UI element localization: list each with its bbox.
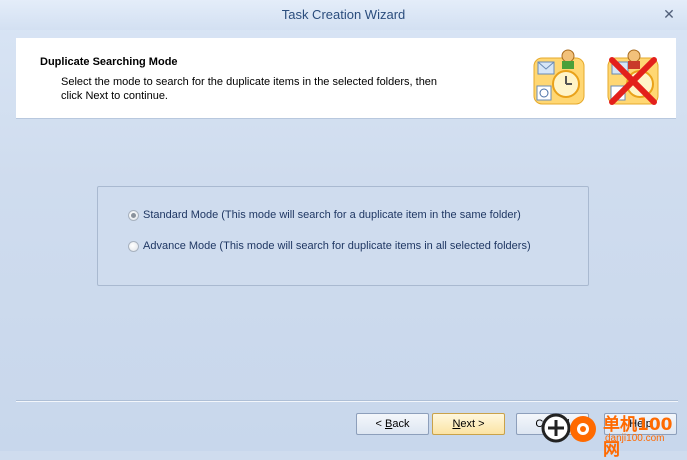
header-divider: [16, 118, 676, 119]
step-title: Duplicate Searching Mode: [40, 56, 178, 68]
advance-mode-radio[interactable]: [128, 240, 139, 252]
advance-mode-option[interactable]: Advance Mode (This mode will search for …: [128, 238, 531, 254]
standard-mode-radio[interactable]: [128, 209, 139, 221]
title-bar[interactable]: Task Creation Wizard ✕: [0, 0, 687, 30]
outlook-items-remove-icon: [607, 49, 659, 105]
next-button[interactable]: Next >: [432, 413, 505, 435]
next-label-rest: ext >: [460, 418, 485, 430]
wizard-window: Task Creation Wizard ✕ Duplicate Searchi…: [0, 0, 687, 460]
advance-mode-label: Advance Mode (This mode will search for …: [143, 240, 531, 252]
watermark-logo-icon: [541, 413, 596, 443]
watermark-url: danji100.com: [605, 433, 665, 444]
standard-mode-label: Standard Mode (This mode will search for…: [143, 209, 521, 221]
step-description: Select the mode to search for the duplic…: [61, 76, 438, 102]
back-arrow: <: [375, 418, 385, 430]
back-label-rest: ack: [392, 418, 410, 430]
wizard-header: Duplicate Searching Mode Select the mode…: [16, 38, 676, 118]
mode-group: Standard Mode (This mode will search for…: [97, 186, 589, 286]
back-button[interactable]: < Back: [356, 413, 429, 435]
close-icon[interactable]: ✕: [661, 6, 677, 22]
window-title: Task Creation Wizard: [281, 7, 406, 22]
standard-mode-option[interactable]: Standard Mode (This mode will search for…: [128, 207, 521, 223]
site-watermark: 单机100网 danji100.com: [541, 408, 687, 460]
outlook-items-icon: [533, 49, 585, 105]
footer-divider: [16, 400, 678, 402]
